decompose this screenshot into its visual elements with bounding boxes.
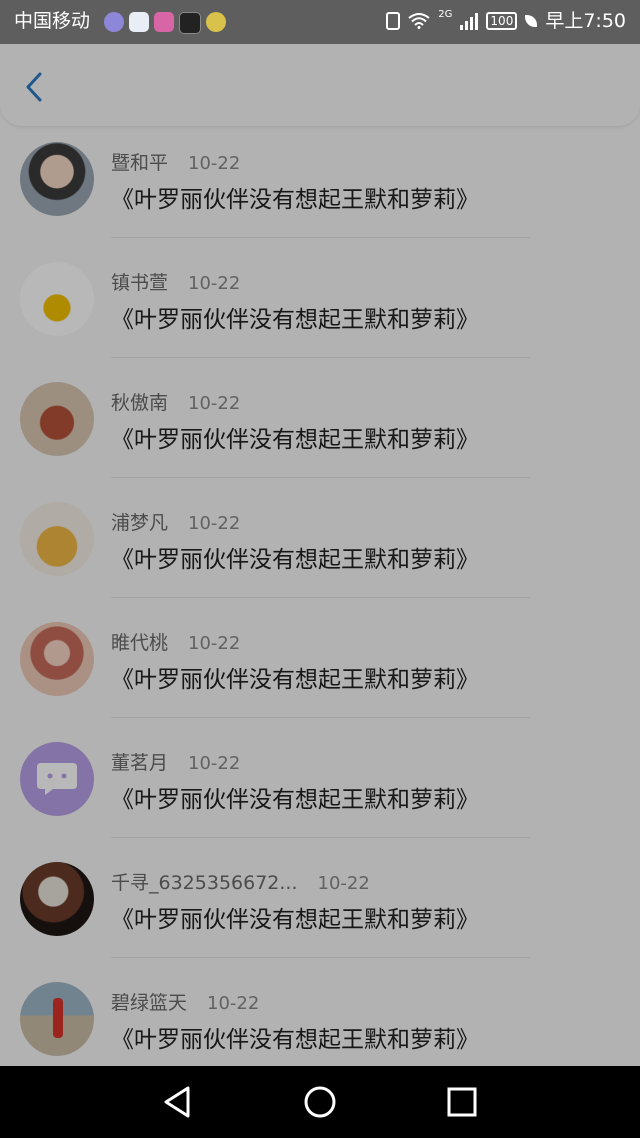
list-item[interactable]: 碧绿篮天 10-22 《叶罗丽伙伴没有想起王默和萝莉》 — [0, 970, 640, 1066]
user-name[interactable]: 秋傲南 — [111, 392, 168, 414]
divider — [111, 477, 530, 478]
status-indicators: 2G 100 早上7:50 — [386, 8, 626, 34]
wifi-icon — [408, 13, 430, 29]
nav-home-icon[interactable] — [302, 1084, 338, 1120]
avatar[interactable] — [20, 982, 94, 1056]
video-icon — [129, 12, 149, 32]
divider — [111, 837, 530, 838]
music-icon — [154, 12, 174, 32]
user-name[interactable]: 睢代桃 — [111, 632, 168, 654]
comment-date: 10-22 — [188, 513, 241, 534]
divider — [111, 237, 530, 238]
avatar[interactable] — [20, 742, 94, 816]
clock: 早上7:50 — [545, 10, 626, 32]
avatar[interactable] — [20, 622, 94, 696]
comment-title[interactable]: 《叶罗丽伙伴没有想起王默和萝莉》 — [111, 540, 479, 574]
comment-title[interactable]: 《叶罗丽伙伴没有想起王默和萝莉》 — [111, 1020, 479, 1054]
comment-title[interactable]: 《叶罗丽伙伴没有想起王默和萝莉》 — [111, 780, 479, 814]
comment-list: 暨和平 10-22 《叶罗丽伙伴没有想起王默和萝莉》 镇书萱 10-22 《叶罗丽伙… — [0, 130, 640, 1066]
network-type: 2G — [438, 9, 453, 20]
comment-title[interactable]: 《叶罗丽伙伴没有想起王默和萝莉》 — [111, 300, 479, 334]
signal-icon — [460, 12, 479, 30]
list-item[interactable]: 镇书萱 10-22 《叶罗丽伙伴没有想起王默和萝莉》 — [0, 250, 640, 370]
list-item[interactable]: 浦梦凡 10-22 《叶罗丽伙伴没有想起王默和萝莉》 — [0, 490, 640, 610]
comment-date: 10-22 — [188, 753, 241, 774]
chat-bubble-icon — [37, 763, 77, 795]
comment-date: 10-22 — [188, 633, 241, 654]
divider — [111, 957, 530, 958]
nav-back-icon[interactable] — [160, 1084, 196, 1120]
carrier-label: 中国移动 — [14, 10, 91, 32]
list-item[interactable]: 秋傲南 10-22 《叶罗丽伙伴没有想起王默和萝莉》 — [0, 370, 640, 490]
list-item[interactable]: 睢代桃 10-22 《叶罗丽伙伴没有想起王默和萝莉》 — [0, 610, 640, 730]
avatar[interactable] — [20, 502, 94, 576]
avatar[interactable] — [20, 142, 94, 216]
user-name[interactable]: 千寻_6325356672... — [111, 872, 298, 894]
list-item[interactable]: 董茗月 10-22 《叶罗丽伙伴没有想起王默和萝莉》 — [0, 730, 640, 850]
divider — [111, 597, 530, 598]
browser-icon — [104, 12, 124, 32]
notification-icons — [104, 12, 226, 34]
status-bar: 中国移动 2G 100 早上7:50 — [0, 0, 640, 44]
comment-title[interactable]: 《叶罗丽伙伴没有想起王默和萝莉》 — [111, 420, 479, 454]
tiktok-icon — [179, 12, 201, 34]
avatar[interactable] — [20, 862, 94, 936]
top-bar — [0, 44, 640, 126]
avatar[interactable] — [20, 262, 94, 336]
list-item[interactable]: 暨和平 10-22 《叶罗丽伙伴没有想起王默和萝莉》 — [0, 130, 640, 250]
comment-date: 10-22 — [207, 993, 260, 1014]
battery-icon: 100 — [486, 12, 518, 30]
avatar[interactable] — [20, 382, 94, 456]
list-item[interactable]: 千寻_6325356672... 10-22 《叶罗丽伙伴没有想起王默和萝莉》 — [0, 850, 640, 970]
system-nav-bar — [0, 1066, 640, 1138]
comment-title[interactable]: 《叶罗丽伙伴没有想起王默和萝莉》 — [111, 180, 479, 214]
user-name[interactable]: 碧绿篮天 — [111, 992, 187, 1014]
wifi-app-icon — [206, 12, 226, 32]
comment-title[interactable]: 《叶罗丽伙伴没有想起王默和萝莉》 — [111, 660, 479, 694]
comment-date: 10-22 — [317, 873, 370, 894]
comment-date: 10-22 — [188, 393, 241, 414]
user-name[interactable]: 镇书萱 — [111, 272, 168, 294]
comment-title[interactable]: 《叶罗丽伙伴没有想起王默和萝莉》 — [111, 900, 479, 934]
power-saving-icon — [525, 15, 538, 27]
user-name[interactable]: 暨和平 — [111, 152, 168, 174]
nav-recent-icon[interactable] — [444, 1084, 480, 1120]
user-name[interactable]: 董茗月 — [111, 752, 168, 774]
comment-date: 10-22 — [188, 273, 241, 294]
vibrate-icon — [386, 12, 401, 30]
back-arrow-icon[interactable] — [20, 70, 50, 104]
divider — [111, 357, 530, 358]
user-name[interactable]: 浦梦凡 — [111, 512, 168, 534]
comment-date: 10-22 — [188, 153, 241, 174]
divider — [111, 717, 530, 718]
